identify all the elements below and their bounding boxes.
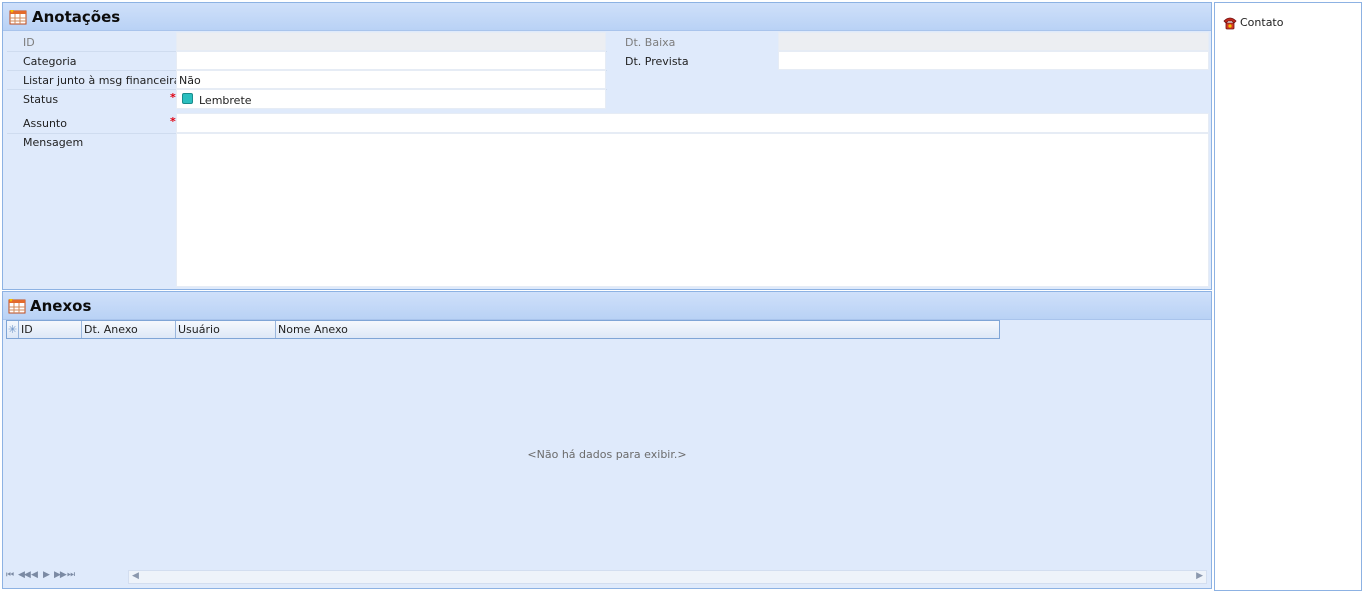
- table-icon: [8, 299, 26, 314]
- dt-prevista-label: Dt. Prevista: [625, 55, 689, 68]
- id-field: [176, 32, 606, 51]
- next-page-button[interactable]: ▶▶: [54, 570, 67, 580]
- side-panel: Contato: [1214, 2, 1362, 591]
- dt-prevista-field[interactable]: [778, 51, 1209, 70]
- anotacoes-title: Anotações: [32, 8, 121, 26]
- contato-link[interactable]: Contato: [1215, 3, 1355, 39]
- column-header-nome-anexo[interactable]: Nome Anexo: [276, 321, 999, 338]
- assunto-field[interactable]: [176, 113, 1209, 133]
- table-icon: [9, 10, 27, 25]
- categoria-label: Categoria: [23, 55, 77, 68]
- required-mark: *: [170, 91, 176, 104]
- anotacoes-header: Anotações: [3, 3, 1211, 31]
- first-record-button[interactable]: ⏮: [6, 570, 14, 580]
- id-label: ID: [23, 36, 35, 49]
- prev-page-button[interactable]: ◀◀: [18, 570, 31, 580]
- contato-label: Contato: [1240, 16, 1284, 29]
- status-label: Status: [23, 93, 59, 106]
- listar-label: Listar junto à msg financeira: [23, 74, 181, 87]
- dt-baixa-field: [778, 32, 1209, 51]
- grid-header: ✳ ID Dt. Anexo Usuário Nome Anexo: [6, 320, 1000, 339]
- anexos-title: Anexos: [30, 297, 92, 315]
- telephone-icon: [1223, 17, 1237, 30]
- listar-value: Não: [179, 74, 201, 87]
- anotacoes-panel: Anotações ID Dt. Baixa Categoria Dt. Pre…: [2, 2, 1212, 290]
- assunto-label: Assunto: [23, 117, 67, 130]
- last-record-button[interactable]: ⏭: [67, 570, 75, 580]
- status-color-icon: [182, 93, 193, 104]
- prev-record-button[interactable]: ◀: [31, 570, 38, 580]
- listar-field[interactable]: Não: [176, 70, 606, 89]
- scroll-left-icon[interactable]: ◀: [132, 571, 139, 581]
- column-header-id[interactable]: ID: [19, 321, 82, 338]
- status-value: Lembrete: [199, 94, 252, 107]
- mensagem-label: Mensagem: [23, 136, 84, 149]
- horizontal-scrollbar[interactable]: ◀ ▶: [128, 570, 1207, 584]
- dt-baixa-label: Dt. Baixa: [625, 36, 676, 49]
- column-header-dt-anexo[interactable]: Dt. Anexo: [82, 321, 176, 338]
- anexos-panel: Anexos ✳ ID Dt. Anexo Usuário Nome Anexo…: [2, 291, 1212, 589]
- mensagem-textarea[interactable]: [176, 133, 1209, 287]
- anexos-header: Anexos: [3, 292, 1211, 320]
- column-header-usuario[interactable]: Usuário: [176, 321, 276, 338]
- new-row-icon[interactable]: ✳: [7, 321, 19, 338]
- categoria-field[interactable]: [176, 51, 606, 70]
- scroll-right-icon[interactable]: ▶: [1196, 571, 1203, 581]
- required-mark: *: [170, 115, 176, 128]
- status-field[interactable]: Lembrete: [176, 89, 606, 109]
- next-record-button[interactable]: ▶: [43, 570, 50, 580]
- empty-grid-message: <Não há dados para exibir.>: [527, 448, 687, 461]
